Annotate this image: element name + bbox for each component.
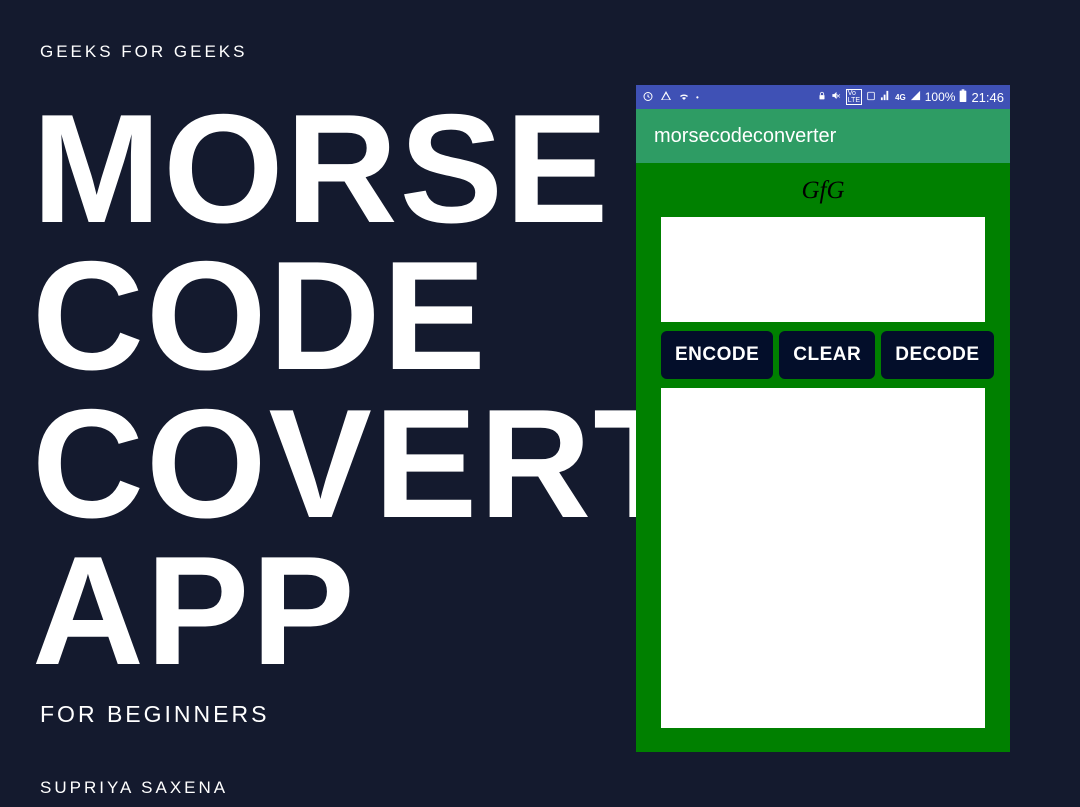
encode-button[interactable]: ENCODE (661, 331, 773, 379)
output-textarea[interactable] (661, 388, 985, 728)
signal-icon (880, 90, 891, 104)
lock-icon (817, 91, 827, 104)
subtitle-text: FOR BEGINNERS (40, 701, 269, 728)
status-right-icons: VoLTE 4G 100% 21:46 (817, 89, 1004, 106)
app-title: morsecodeconverter (654, 125, 836, 148)
warning-icon (660, 90, 672, 105)
dot-icon: • (696, 93, 699, 102)
phone-mockup: • VoLTE 4G 100% 21:46 (636, 85, 1010, 752)
author-text: SUPRIYA SAXENA (40, 778, 228, 798)
alarm-icon (642, 90, 654, 105)
clear-button[interactable]: CLEAR (779, 331, 875, 379)
signal2-icon (910, 90, 921, 104)
app-bar: morsecodeconverter (636, 109, 1010, 163)
battery-percent: 100% (925, 90, 956, 104)
wifi-icon (678, 90, 690, 105)
button-row: ENCODE CLEAR DECODE (661, 331, 985, 379)
clock-time: 21:46 (971, 90, 1004, 105)
status-left-icons: • (642, 90, 699, 105)
volte-icon: VoLTE (846, 89, 862, 105)
mute-icon (831, 90, 842, 104)
sim-icon (866, 91, 876, 104)
gfg-label: GfG (801, 177, 844, 205)
decode-button[interactable]: DECODE (881, 331, 993, 379)
app-body: GfG ENCODE CLEAR DECODE (636, 163, 1010, 752)
4g-icon: 4G (895, 93, 906, 102)
brand-text: GEEKS FOR GEEKS (40, 42, 248, 62)
status-bar: • VoLTE 4G 100% 21:46 (636, 85, 1010, 109)
battery-icon (959, 89, 967, 106)
input-textarea[interactable] (661, 217, 985, 322)
